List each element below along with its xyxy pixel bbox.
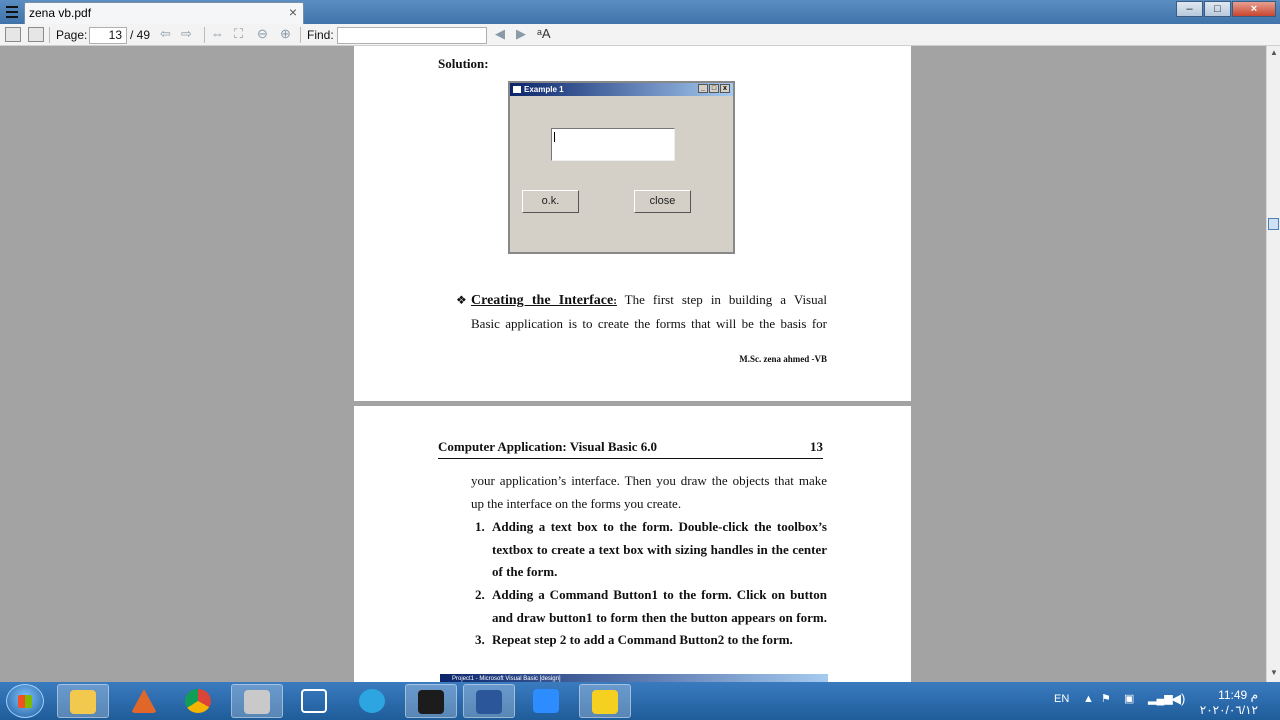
minimize-button[interactable]: –	[1176, 1, 1203, 17]
list-item-line: and draw button1 to form then the button…	[492, 610, 827, 625]
pdf-page: Computer Application: Visual Basic 6.0 1…	[354, 406, 911, 682]
document-viewer[interactable]: Solution: Example 1 _ □ x o.k. close ❖ C…	[0, 46, 1266, 682]
next-page-icon[interactable]: ⇨	[181, 26, 192, 42]
find-next-icon[interactable]: ▶	[516, 26, 526, 42]
fit-width-icon[interactable]: ⇔	[211, 26, 224, 41]
header-page-number: 13	[810, 439, 823, 454]
open-file-icon[interactable]	[5, 27, 21, 42]
zoom-in-icon[interactable]: ⊕	[280, 26, 291, 42]
title-bar: zena vb.pdf × – □ ×	[0, 0, 1280, 24]
toolbar-divider	[49, 27, 50, 43]
paragraph-line: up the interface on the forms you create…	[471, 496, 682, 511]
vertical-scrollbar[interactable]: ▲ ▼	[1266, 46, 1280, 682]
zoom-out-icon[interactable]: ⊖	[257, 26, 268, 42]
list-number: 3.	[475, 632, 485, 647]
safely-remove-icon[interactable]: ▣	[1124, 692, 1134, 705]
language-indicator[interactable]: EN	[1054, 693, 1069, 705]
vb-form-controls: _ □ x	[697, 84, 730, 93]
list-item-line: Adding a Command Button1 to the form. Cl…	[492, 587, 827, 602]
scroll-up-icon[interactable]: ▲	[1269, 48, 1279, 60]
list-item-line: of the form.	[492, 564, 558, 579]
vb-form-figure: Example 1 _ □ x o.k. close	[508, 81, 735, 254]
window-controls: – □ ×	[1175, 1, 1276, 17]
vb-maximize-icon: □	[709, 84, 719, 93]
bullet-line-2: Basic application is to create the forms…	[471, 316, 827, 331]
vb-close-icon: x	[720, 84, 730, 93]
file-explorer-icon[interactable]	[57, 684, 109, 718]
maximize-button[interactable]: □	[1204, 1, 1231, 17]
page-number-input[interactable]: 13	[89, 27, 127, 44]
vb-form-title-text: Example 1	[524, 85, 564, 94]
solution-label: Solution:	[438, 56, 489, 71]
telegram-icon[interactable]	[347, 684, 399, 718]
list-item-line: Repeat step 2 to add a Command Button2 t…	[492, 632, 793, 647]
match-case-icon[interactable]: ᵃA	[537, 26, 551, 41]
hamburger-menu-icon[interactable]	[3, 3, 21, 21]
bullet-line-1: Creating the Interface: The first step i…	[471, 292, 827, 309]
close-window-button[interactable]: ×	[1232, 1, 1276, 17]
find-input[interactable]	[337, 27, 487, 44]
vb-ok-button: o.k.	[522, 190, 579, 213]
screenshot-tool-icon[interactable]	[289, 684, 341, 718]
vb-close-button: close	[634, 190, 691, 213]
app-32-icon[interactable]	[231, 684, 283, 718]
find-previous-icon[interactable]: ◀	[495, 26, 505, 42]
tab-close-icon[interactable]: ×	[289, 4, 297, 20]
list-item-line: textbox to create a text box with sizing…	[492, 542, 827, 557]
tab-title: zena vb.pdf	[29, 6, 92, 20]
network-icon[interactable]: ▂▄▆	[1148, 692, 1173, 705]
bullet-icon: ❖	[456, 293, 467, 307]
form-icon	[513, 86, 521, 93]
page-total: / 49	[130, 28, 151, 42]
vb-minimize-icon: _	[698, 84, 708, 93]
filmora-icon[interactable]	[405, 684, 457, 718]
page-header: Computer Application: Visual Basic 6.0 1…	[438, 439, 823, 459]
find-label: Find:	[307, 28, 334, 42]
toolbar-divider	[300, 27, 301, 43]
previous-page-icon[interactable]: ⇦	[160, 26, 171, 42]
toolbar: Page: 13 / 49 ⇦ ⇨ ⇔ ⛶ ⊖ ⊕ Find: ◀ ▶ ᵃA	[0, 24, 1280, 46]
page-label: Page:	[56, 28, 88, 42]
chrome-icon[interactable]	[173, 684, 225, 718]
clock-time[interactable]: 11:49 م	[1218, 688, 1258, 702]
start-button[interactable]	[6, 684, 44, 718]
taskbar: EN ▲ ⚑ ▣ ▂▄▆ ◀) 11:49 م ٢٠٢٠/٠٦/١٢	[0, 682, 1280, 720]
vb-textbox	[551, 128, 675, 161]
section-heading: Creating the Interface	[471, 293, 614, 308]
toolbar-divider	[204, 27, 205, 43]
print-icon[interactable]	[28, 27, 44, 42]
vb-form-title: Example 1 _ □ x	[510, 83, 733, 96]
fit-page-icon[interactable]: ⛶	[234, 26, 243, 42]
pdf-page: Solution: Example 1 _ □ x o.k. close ❖ C…	[354, 46, 911, 401]
document-tab[interactable]: zena vb.pdf ×	[24, 2, 304, 24]
list-number: 1.	[475, 519, 485, 534]
word-icon[interactable]	[463, 684, 515, 718]
paragraph-line: your application’s interface. Then you d…	[471, 473, 827, 488]
volume-icon[interactable]: ◀)	[1171, 691, 1185, 707]
list-number: 2.	[475, 587, 485, 602]
show-hidden-icons-icon[interactable]: ▲	[1083, 693, 1094, 705]
clock-date[interactable]: ٢٠٢٠/٠٦/١٢	[1200, 703, 1258, 717]
list-item-line: Adding a text box to the form. Double-cl…	[492, 519, 827, 534]
action-center-icon[interactable]: ⚑	[1101, 692, 1111, 705]
page-footer: M.Sc. zena ahmed -VB	[739, 354, 827, 364]
bullet-line-1-text: The first step in building a Visual	[616, 292, 827, 307]
pdf-viewer-icon[interactable]	[579, 684, 631, 718]
scroll-down-icon[interactable]: ▼	[1269, 668, 1279, 680]
header-title: Computer Application: Visual Basic 6.0	[438, 439, 657, 454]
figure-title-strip: Project1 - Microsoft Visual Basic [desig…	[440, 674, 828, 682]
zoom-icon[interactable]	[521, 684, 573, 718]
scrollbar-thumb[interactable]	[1268, 218, 1279, 230]
matlab-icon[interactable]	[119, 684, 171, 718]
